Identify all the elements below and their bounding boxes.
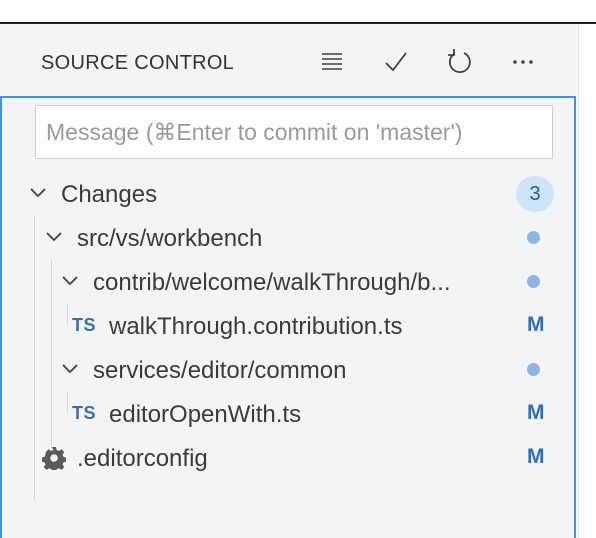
tree-folder[interactable]: contrib/welcome/walkThrough/b... [2, 259, 574, 303]
tree-folder[interactable]: services/editor/common [2, 347, 574, 391]
modified-status-badge: M [527, 313, 545, 336]
folder-changes-dot [527, 275, 540, 288]
panel-title: SOURCE CONTROL [41, 52, 235, 74]
refresh-icon[interactable] [441, 44, 477, 80]
folder-changes-dot [527, 231, 540, 244]
folder-changes-dot [527, 363, 540, 376]
folder-label: src/vs/workbench [77, 225, 263, 252]
file-label: editorOpenWith.ts [109, 401, 302, 428]
list-view-icon[interactable] [314, 44, 350, 80]
panel-header: SOURCE CONTROL [0, 24, 578, 96]
tree-folder[interactable]: src/vs/workbench [2, 215, 574, 259]
chevron-down-icon [28, 183, 48, 203]
gear-icon [41, 446, 67, 473]
folder-label: contrib/welcome/walkThrough/b... [93, 269, 451, 296]
editor-edge [578, 24, 596, 538]
more-actions-icon[interactable] [505, 44, 541, 80]
modified-status-badge: M [527, 445, 545, 468]
tree-file[interactable]: .editorconfig M [2, 435, 574, 479]
file-label: .editorconfig [77, 445, 208, 472]
changes-count-badge: 3 [516, 176, 554, 212]
typescript-file-icon: TS [72, 315, 97, 335]
chevron-down-icon [60, 271, 80, 291]
file-label: walkThrough.contribution.ts [109, 313, 403, 340]
chevron-down-icon [44, 227, 64, 247]
tree-file[interactable]: TS walkThrough.contribution.ts M [2, 303, 574, 347]
source-control-view: Changes 3 src/vs/workbench contrib/welco… [0, 96, 576, 538]
modified-status-badge: M [527, 401, 545, 424]
changes-label: Changes [61, 181, 158, 208]
commit-message-input[interactable] [35, 105, 553, 159]
tree-file[interactable]: TS editorOpenWith.ts M [2, 391, 574, 435]
typescript-file-icon: TS [72, 403, 97, 423]
source-control-panel: SOURCE CONTROL Message (⌘Enter to commit… [0, 24, 578, 538]
commit-check-icon[interactable] [378, 44, 414, 80]
chevron-down-icon [60, 359, 80, 379]
folder-label: services/editor/common [93, 357, 347, 384]
changes-group-header[interactable]: Changes 3 [2, 171, 574, 215]
